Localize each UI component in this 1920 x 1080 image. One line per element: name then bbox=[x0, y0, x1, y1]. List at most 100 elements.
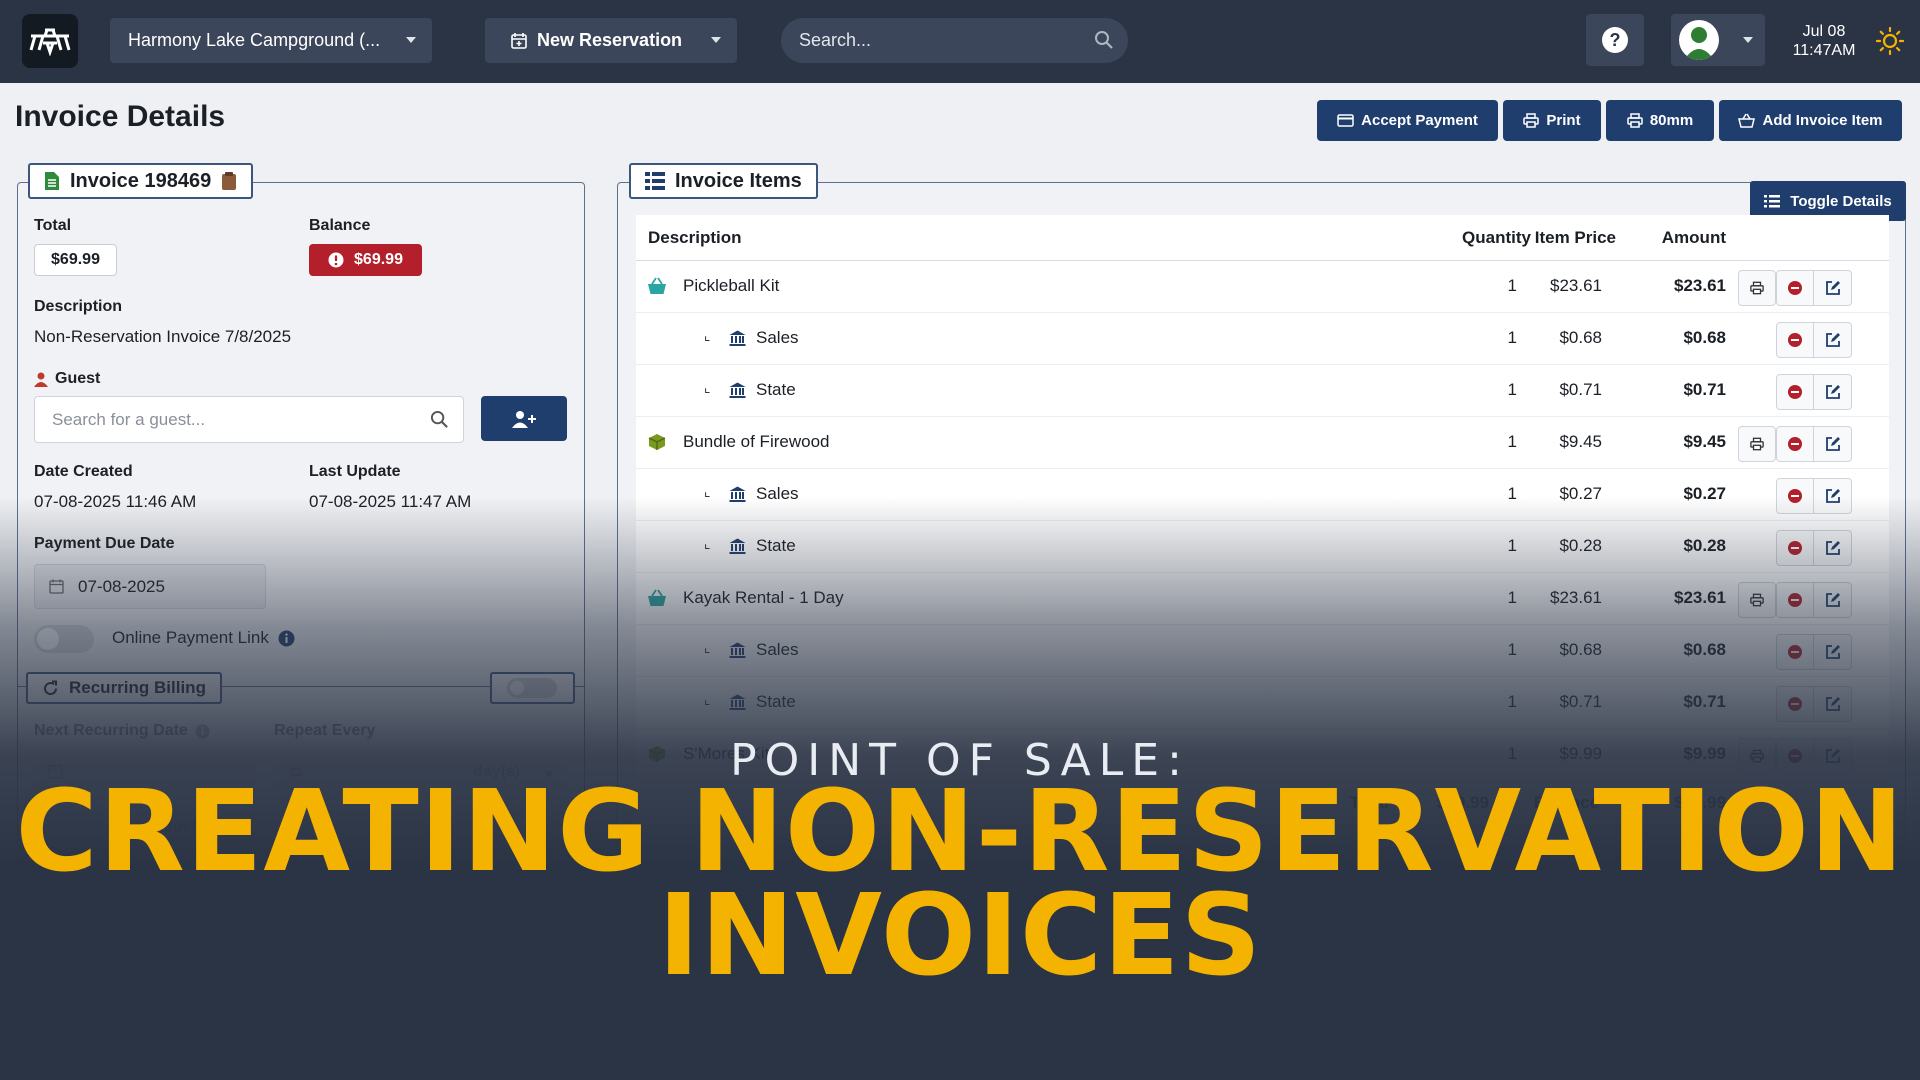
sub-item-marker: ⌞ bbox=[704, 379, 711, 395]
user-menu-button[interactable] bbox=[1671, 14, 1765, 66]
campground-label: Harmony Lake Campground (... bbox=[128, 30, 381, 50]
print-80mm-button[interactable]: 80mm bbox=[1606, 100, 1714, 141]
basket-icon bbox=[648, 277, 666, 294]
campground-select[interactable]: Harmony Lake Campground (... bbox=[110, 18, 432, 63]
table-row: ⌞ State 1 $0.28 $0.28 bbox=[636, 521, 1889, 573]
printer-icon bbox=[1750, 281, 1764, 295]
chevron-down-icon[interactable] bbox=[711, 37, 721, 43]
add-invoice-item-button[interactable]: Add Invoice Item bbox=[1719, 100, 1902, 141]
printer-icon bbox=[1750, 593, 1764, 607]
print-label: Print bbox=[1546, 112, 1581, 129]
recurring-billing-toggle[interactable] bbox=[507, 678, 557, 698]
item-price: $0.27 bbox=[1559, 484, 1602, 503]
item-amount: $0.27 bbox=[1683, 484, 1726, 503]
edit-item-button[interactable] bbox=[1814, 322, 1852, 358]
file-invoice-icon bbox=[45, 172, 59, 190]
new-reservation-label: New Reservation bbox=[537, 30, 683, 50]
edit-icon bbox=[1825, 541, 1840, 555]
item-amount: $0.71 bbox=[1683, 380, 1726, 399]
guest-label-row: Guest bbox=[34, 370, 100, 388]
item-quantity: 1 bbox=[1507, 432, 1517, 451]
list-icon bbox=[1764, 194, 1781, 207]
sub-item-marker: ⌞ bbox=[704, 327, 711, 343]
guest-search-placeholder: Search for a guest... bbox=[52, 409, 206, 429]
user-avatar-icon bbox=[1684, 27, 1714, 60]
remove-item-button[interactable] bbox=[1776, 478, 1814, 514]
edit-icon bbox=[1825, 281, 1840, 295]
payment-due-date-input[interactable]: 07-08-2025 bbox=[34, 564, 266, 609]
item-price: $0.28 bbox=[1559, 536, 1602, 555]
remove-item-button[interactable] bbox=[1776, 530, 1814, 566]
info-icon[interactable] bbox=[278, 630, 295, 647]
edit-item-button[interactable] bbox=[1814, 582, 1852, 618]
col-amount: Amount bbox=[1661, 228, 1726, 247]
remove-item-button[interactable] bbox=[1776, 634, 1814, 670]
item-price: $23.61 bbox=[1550, 276, 1602, 295]
page-title: Invoice Details bbox=[15, 100, 226, 133]
global-search-input[interactable]: Search... bbox=[781, 18, 1128, 63]
minus-circle-icon bbox=[1788, 645, 1802, 659]
accept-payment-button[interactable]: Accept Payment bbox=[1317, 100, 1498, 141]
print-button[interactable]: Print bbox=[1503, 100, 1601, 141]
sub-item-marker: ⌞ bbox=[704, 639, 711, 655]
remove-item-button[interactable] bbox=[1776, 426, 1814, 462]
avatar bbox=[1679, 20, 1719, 60]
bank-icon bbox=[729, 486, 746, 502]
search-icon[interactable] bbox=[430, 410, 449, 429]
printer-icon bbox=[1627, 113, 1643, 128]
clipboard-icon[interactable] bbox=[221, 171, 237, 191]
clock: Jul 08 11:47AM bbox=[1782, 22, 1866, 60]
new-reservation-button[interactable]: New Reservation bbox=[485, 18, 737, 63]
table-row: Kayak Rental - 1 Day 1 $23.61 $23.61 bbox=[636, 573, 1889, 625]
chevron-down-icon bbox=[406, 37, 416, 43]
recurring-billing-label: Recurring Billing bbox=[69, 678, 206, 697]
online-payment-row: Online Payment Link bbox=[112, 628, 295, 648]
edit-item-button[interactable] bbox=[1814, 530, 1852, 566]
minus-circle-icon bbox=[1788, 437, 1802, 451]
recurring-billing-toggle-frame bbox=[490, 672, 575, 704]
question-circle-icon: ? bbox=[1602, 27, 1628, 53]
credit-card-icon bbox=[1337, 114, 1354, 127]
item-amount: $9.45 bbox=[1683, 432, 1726, 451]
remove-item-button[interactable] bbox=[1776, 270, 1814, 306]
clock-date: Jul 08 bbox=[1802, 23, 1846, 40]
calendar-plus-icon bbox=[511, 33, 527, 49]
user-plus-icon bbox=[512, 410, 536, 428]
print-item-button[interactable] bbox=[1738, 582, 1776, 618]
guest-search-input[interactable]: Search for a guest... bbox=[34, 396, 464, 443]
edit-item-button[interactable] bbox=[1814, 478, 1852, 514]
overlay-headline-line-2: INVOICES bbox=[657, 871, 1263, 1001]
online-payment-toggle[interactable] bbox=[34, 625, 94, 653]
table-row: ⌞ State 1 $0.71 $0.71 bbox=[636, 677, 1889, 729]
bank-icon bbox=[729, 642, 746, 658]
balance-label: Balance bbox=[309, 217, 371, 234]
help-button[interactable]: ? bbox=[1586, 14, 1644, 66]
sun-icon[interactable] bbox=[1876, 27, 1904, 55]
edit-item-button[interactable] bbox=[1814, 686, 1852, 722]
edit-item-button[interactable] bbox=[1814, 270, 1852, 306]
item-quantity: 1 bbox=[1507, 328, 1517, 347]
printer-icon bbox=[1523, 113, 1540, 128]
print-item-button[interactable] bbox=[1738, 426, 1776, 462]
item-price: $0.68 bbox=[1559, 328, 1602, 347]
bank-icon bbox=[729, 330, 746, 346]
minus-circle-icon bbox=[1788, 697, 1802, 711]
remove-item-button[interactable] bbox=[1776, 582, 1814, 618]
item-description: Sales bbox=[756, 484, 799, 503]
add-guest-button[interactable] bbox=[481, 396, 567, 441]
user-icon bbox=[34, 372, 48, 387]
edit-item-button[interactable] bbox=[1814, 634, 1852, 670]
remove-item-button[interactable] bbox=[1776, 686, 1814, 722]
remove-item-button[interactable] bbox=[1776, 322, 1814, 358]
edit-icon bbox=[1825, 437, 1840, 451]
edit-item-button[interactable] bbox=[1814, 374, 1852, 410]
item-description: Pickleball Kit bbox=[683, 276, 780, 295]
search-icon[interactable] bbox=[1094, 30, 1114, 50]
edit-item-button[interactable] bbox=[1814, 426, 1852, 462]
app-logo[interactable] bbox=[22, 14, 78, 68]
table-header: Description Quantity Item Price Amount bbox=[636, 215, 1889, 261]
table-row: Pickleball Kit 1 $23.61 $23.61 bbox=[636, 261, 1889, 313]
item-description: Bundle of Firewood bbox=[683, 432, 830, 451]
print-item-button[interactable] bbox=[1738, 270, 1776, 306]
remove-item-button[interactable] bbox=[1776, 374, 1814, 410]
